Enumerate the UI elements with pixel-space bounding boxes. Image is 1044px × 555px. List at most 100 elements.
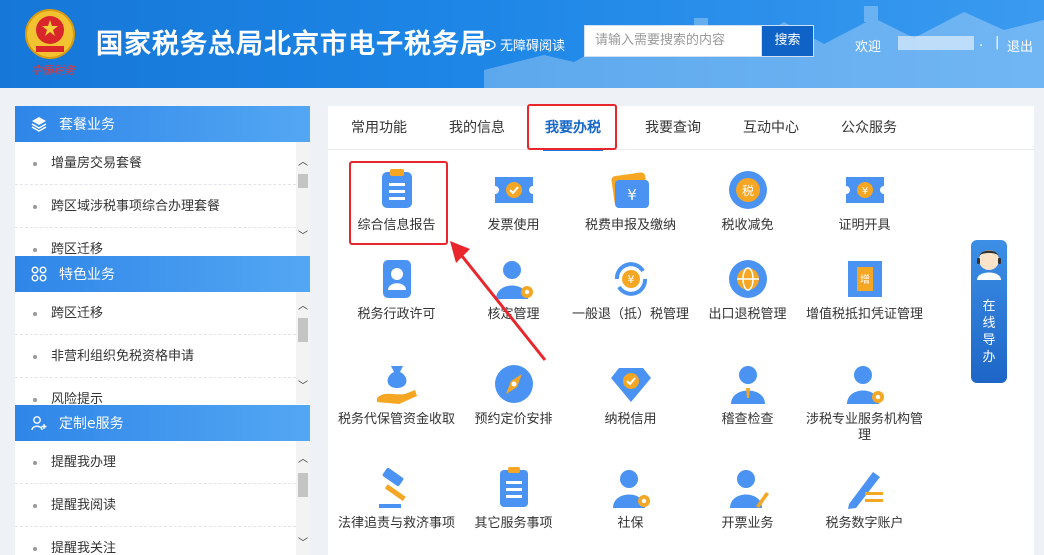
guide-label: 在 线 导 办 xyxy=(971,298,1007,366)
service-vat-deduction[interactable]: 增 增值税抵扣凭证管理 xyxy=(806,239,923,339)
header-separator: | xyxy=(995,35,1000,50)
clipboard-icon xyxy=(381,169,412,208)
svg-text:¥: ¥ xyxy=(627,186,637,204)
accessibility-link[interactable]: 无障碍阅读 xyxy=(480,35,565,54)
user-gear-icon xyxy=(846,366,884,404)
service-label: 一般退（抵）税管理 xyxy=(572,307,690,322)
gavel-icon xyxy=(378,467,406,508)
tab-interaction[interactable]: 互动中心 xyxy=(726,106,816,150)
masked-username xyxy=(898,36,974,50)
sidebar-list-featured: 跨区迁移 非营利组织免税资格申请 风险提示 ︿ ﹀ xyxy=(15,292,310,404)
service-label: 纳税信用 xyxy=(604,412,657,427)
svg-text:¥: ¥ xyxy=(861,186,867,197)
scrollbar[interactable]: ︿ ﹀ xyxy=(296,142,310,260)
sidebar-list-package: 增量房交易套餐 跨区域涉税事项综合办理套餐 跨区迁移 ︿ ﹀ xyxy=(15,142,310,260)
service-grid: 综合信息报告 发票使用 ¥ 税费申报及缴纳 税 税收减免 ¥ 证明开具 税务行政… xyxy=(328,150,1034,555)
sidebar-section-package[interactable]: 套餐业务 xyxy=(15,106,310,142)
service-label: 稽查检查 xyxy=(721,412,774,427)
username-dot: . xyxy=(979,35,984,50)
tab-query[interactable]: 我要查询 xyxy=(628,106,718,150)
layers-icon xyxy=(31,117,47,132)
tab-common[interactable]: 常用功能 xyxy=(334,106,424,150)
guide-char: 导 xyxy=(982,333,996,348)
scroll-up-icon[interactable]: ︿ xyxy=(296,300,310,314)
service-label: 预约定价安排 xyxy=(474,412,553,427)
sidebar-section-title: 定制e服务 xyxy=(59,416,124,432)
service-export-refund[interactable]: 出口退税管理 xyxy=(689,239,806,339)
tab-tax-handling[interactable]: 我要办税 xyxy=(529,106,617,151)
person-icon xyxy=(730,366,765,404)
service-invoicing[interactable]: 开票业务 xyxy=(689,448,806,548)
guide-char: 线 xyxy=(982,316,996,331)
service-tax-reduction[interactable]: 税 税收减免 xyxy=(689,150,806,250)
tax-emblem-icon xyxy=(25,9,75,59)
svg-text:税: 税 xyxy=(741,184,753,198)
list-doc-icon xyxy=(499,467,528,507)
tab-public-service[interactable]: 公众服务 xyxy=(824,106,914,150)
search-input[interactable]: 请输入需要搜索的内容 xyxy=(584,25,762,57)
service-other[interactable]: 其它服务事项 xyxy=(455,448,572,548)
scroll-up-icon[interactable]: ︿ xyxy=(296,156,310,170)
sidebar-item[interactable]: 跨区迁移 xyxy=(15,292,296,335)
service-agent-icon xyxy=(977,250,1001,280)
sidebar-item[interactable]: 跨区域涉税事项综合办理套餐 xyxy=(15,185,296,228)
service-label: 税费申报及缴纳 xyxy=(584,218,676,233)
sidebar-item[interactable]: 非营利组织免税资格申请 xyxy=(15,335,296,378)
certificate-ticket-icon: ¥ xyxy=(845,177,884,203)
sidebar-item[interactable]: 提醒我阅读 xyxy=(15,484,296,527)
yuan-refresh-icon: ¥ xyxy=(614,262,647,296)
sidebar-item[interactable]: 增量房交易套餐 xyxy=(15,142,296,185)
service-admin-license[interactable]: 税务行政许可 xyxy=(338,239,455,339)
logout-link[interactable]: 退出 xyxy=(1007,36,1033,55)
annotation-arrow-icon xyxy=(450,241,547,361)
online-guide-button[interactable]: 在 线 导 办 xyxy=(971,240,1007,383)
grid-icon xyxy=(31,266,47,282)
service-tax-credit[interactable]: 纳税信用 xyxy=(572,344,689,444)
id-card-icon xyxy=(382,260,411,298)
service-inspection[interactable]: 稽查检查 xyxy=(689,344,806,444)
invoice-ticket-icon xyxy=(494,177,533,203)
tab-bar: 常用功能 我的信息 我要办税 我要查询 互动中心 公众服务 xyxy=(328,104,1034,151)
accessibility-label: 无障碍阅读 xyxy=(500,39,566,54)
sidebar-item[interactable]: 提醒我办理 xyxy=(15,441,296,484)
scroll-down-icon[interactable]: ﹀ xyxy=(296,537,310,551)
service-comprehensive-report[interactable]: 综合信息报告 xyxy=(338,150,455,250)
sidebar: 套餐业务 增量房交易套餐 跨区域涉税事项综合办理套餐 跨区迁移 ︿ ﹀ 特色业务… xyxy=(15,106,310,555)
sidebar-item[interactable]: 风险提示 xyxy=(15,378,296,404)
service-social-security[interactable]: 社保 xyxy=(572,448,689,548)
service-certificate[interactable]: ¥ 证明开具 xyxy=(806,150,923,250)
scroll-down-icon[interactable]: ﹀ xyxy=(296,380,310,394)
scroll-up-icon[interactable]: ︿ xyxy=(296,453,310,467)
scroll-thumb[interactable] xyxy=(298,473,308,497)
service-label: 社保 xyxy=(617,516,644,531)
service-label: 发票使用 xyxy=(487,218,540,233)
scroll-thumb[interactable] xyxy=(298,174,308,188)
sidebar-section-custom[interactable]: 定制e服务 xyxy=(15,405,310,441)
diamond-check-icon xyxy=(610,368,651,402)
scroll-thumb[interactable] xyxy=(298,318,308,342)
service-digital-account[interactable]: 税务数字账户 xyxy=(806,448,923,548)
search-button[interactable]: 搜索 xyxy=(761,25,814,57)
sidebar-section-featured[interactable]: 特色业务 xyxy=(15,256,310,292)
money-bag-hand-icon xyxy=(376,366,417,404)
service-tax-declaration[interactable]: ¥ 税费申报及缴纳 xyxy=(572,150,689,250)
scrollbar[interactable]: ︿ ﹀ xyxy=(296,292,310,404)
service-label: 涉税专业服务机构管理 xyxy=(806,412,924,443)
svg-text:增: 增 xyxy=(860,273,870,286)
tax-reduction-icon: 税 xyxy=(728,171,767,209)
sidebar-item[interactable]: 提醒我关注 xyxy=(15,527,296,555)
service-label: 税务数字账户 xyxy=(825,516,904,531)
scroll-down-icon[interactable]: ﹀ xyxy=(296,230,310,244)
scrollbar[interactable]: ︿ ﹀ xyxy=(296,441,310,555)
sidebar-section-title: 套餐业务 xyxy=(59,117,115,133)
service-general-refund[interactable]: ¥ 一般退（抵）税管理 xyxy=(572,239,689,339)
service-fund-custody[interactable]: 税务代保管资金收取 xyxy=(338,344,455,444)
service-professional-org[interactable]: 涉税专业服务机构管理 xyxy=(806,344,923,444)
service-legal-remedy[interactable]: 法律追责与救济事项 xyxy=(338,448,455,548)
service-label: 税务代保管资金收取 xyxy=(338,412,456,427)
globe-icon xyxy=(728,260,767,298)
guide-char: 办 xyxy=(982,350,996,365)
service-label: 税收减免 xyxy=(721,218,774,233)
tab-my-info[interactable]: 我的信息 xyxy=(432,106,522,150)
service-label: 法律追责与救济事项 xyxy=(338,516,456,531)
